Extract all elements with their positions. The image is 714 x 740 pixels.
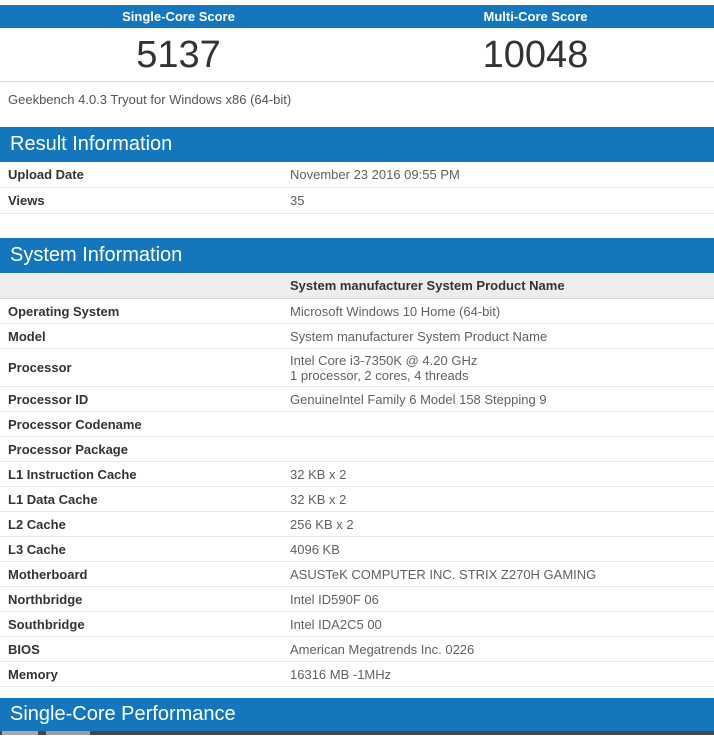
score-header-bar: Single-Core Score Multi-Core Score <box>0 5 714 28</box>
row-value: 4096 KB <box>282 542 714 557</box>
row-operating-system: Operating System Microsoft Windows 10 Ho… <box>0 299 714 324</box>
row-memory: Memory 16316 MB -1MHz <box>0 662 714 687</box>
row-value: Intel ID590F 06 <box>282 592 714 607</box>
row-processor: Processor Intel Core i3-7350K @ 4.20 GHz… <box>0 349 714 387</box>
system-information-table: System manufacturer System Product Name … <box>0 273 714 687</box>
result-information-header: Result Information <box>0 127 714 162</box>
row-processor-codename: Processor Codename <box>0 412 714 437</box>
row-upload-date: Upload Date November 23 2016 09:55 PM <box>0 162 714 188</box>
row-label: Processor Package <box>0 442 282 457</box>
row-motherboard: Motherboard ASUSTeK COMPUTER INC. STRIX … <box>0 562 714 587</box>
row-label: Upload Date <box>0 167 282 182</box>
system-product-name: System manufacturer System Product Name <box>282 278 714 293</box>
row-value: American Megatrends Inc. 0226 <box>282 642 714 657</box>
row-value: Microsoft Windows 10 Home (64-bit) <box>282 304 714 319</box>
row-processor-id: Processor ID GenuineIntel Family 6 Model… <box>0 387 714 412</box>
row-label: Northbridge <box>0 592 282 607</box>
system-product-subheader-row: System manufacturer System Product Name <box>0 273 714 299</box>
row-label: Memory <box>0 667 282 682</box>
row-value: System manufacturer System Product Name <box>282 329 714 344</box>
row-views: Views 35 <box>0 188 714 214</box>
row-value: 16316 MB -1MHz <box>282 667 714 682</box>
row-label: L1 Instruction Cache <box>0 467 282 482</box>
cropped-next-section-edge <box>0 731 714 735</box>
processor-name-line: Intel Core i3-7350K @ 4.20 GHz <box>290 353 714 368</box>
row-l2-cache: L2 Cache 256 KB x 2 <box>0 512 714 537</box>
row-value: 35 <box>282 193 714 208</box>
processor-topology-line: 1 processor, 2 cores, 4 threads <box>290 368 714 383</box>
row-label: L2 Cache <box>0 517 282 532</box>
row-label: L3 Cache <box>0 542 282 557</box>
row-l1-instruction-cache: L1 Instruction Cache 32 KB x 2 <box>0 462 714 487</box>
row-processor-package: Processor Package <box>0 437 714 462</box>
single-core-performance-header: Single-Core Performance <box>0 698 714 731</box>
row-northbridge: Northbridge Intel ID590F 06 <box>0 587 714 612</box>
row-l3-cache: L3 Cache 4096 KB <box>0 537 714 562</box>
row-label: Southbridge <box>0 617 282 632</box>
row-l1-data-cache: L1 Data Cache 32 KB x 2 <box>0 487 714 512</box>
row-label: Processor <box>0 360 282 375</box>
row-value: 32 KB x 2 <box>282 467 714 482</box>
row-label: Operating System <box>0 304 282 319</box>
single-core-score-header: Single-Core Score <box>0 5 357 28</box>
row-value: ASUSTeK COMPUTER INC. STRIX Z270H GAMING <box>282 567 714 582</box>
row-label: Model <box>0 329 282 344</box>
row-value: Intel Core i3-7350K @ 4.20 GHz 1 process… <box>282 353 714 383</box>
row-label: Motherboard <box>0 567 282 582</box>
score-values-row: 5137 10048 <box>0 28 714 82</box>
row-southbridge: Southbridge Intel IDA2C5 00 <box>0 612 714 637</box>
row-model: Model System manufacturer System Product… <box>0 324 714 349</box>
benchmark-version-caption: Geekbench 4.0.3 Tryout for Windows x86 (… <box>0 82 714 127</box>
row-value: November 23 2016 09:55 PM <box>282 167 714 182</box>
multi-core-score-header: Multi-Core Score <box>357 5 714 28</box>
multi-core-score-value: 10048 <box>357 36 714 74</box>
single-core-score-value: 5137 <box>0 36 357 74</box>
geekbench-result-page: Single-Core Score Multi-Core Score 5137 … <box>0 5 714 740</box>
row-value: Intel IDA2C5 00 <box>282 617 714 632</box>
row-label: Views <box>0 193 282 208</box>
row-value: 256 KB x 2 <box>282 517 714 532</box>
row-bios: BIOS American Megatrends Inc. 0226 <box>0 637 714 662</box>
system-information-header: System Information <box>0 238 714 273</box>
row-value: GenuineIntel Family 6 Model 158 Stepping… <box>282 392 714 407</box>
row-label: Processor ID <box>0 392 282 407</box>
row-label: BIOS <box>0 642 282 657</box>
row-value: 32 KB x 2 <box>282 492 714 507</box>
row-label: Processor Codename <box>0 417 282 432</box>
row-label: L1 Data Cache <box>0 492 282 507</box>
result-information-table: Upload Date November 23 2016 09:55 PM Vi… <box>0 162 714 214</box>
